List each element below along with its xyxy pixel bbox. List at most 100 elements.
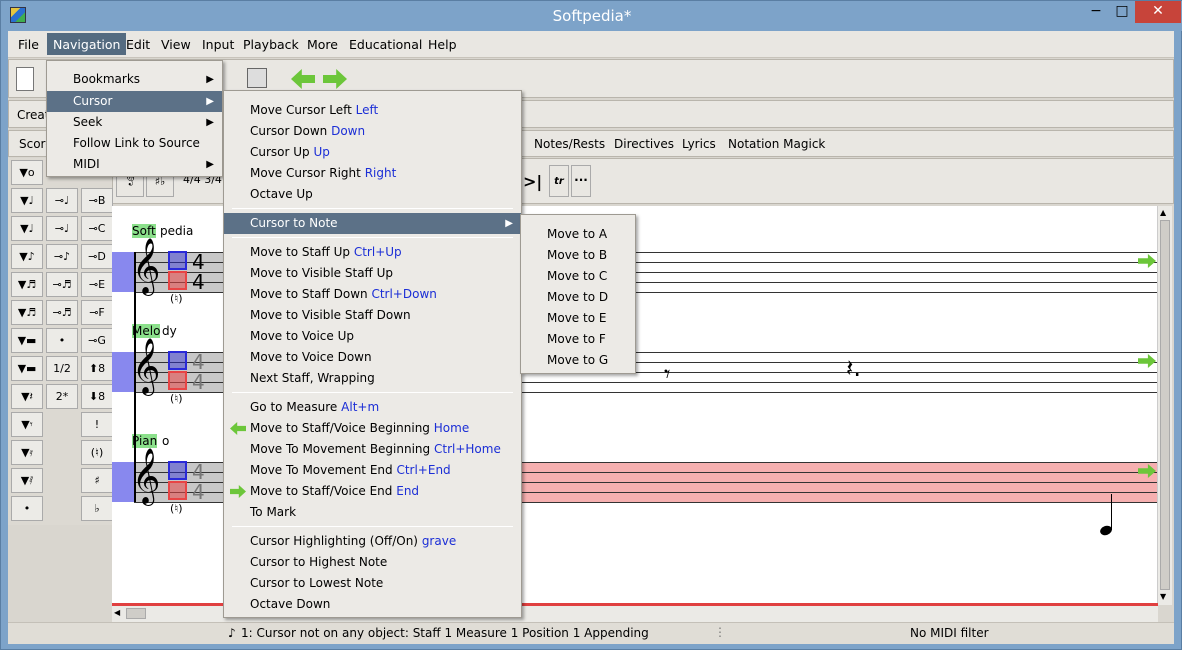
palette-button[interactable]: ♯	[81, 468, 113, 493]
menu-input[interactable]: Input	[202, 37, 234, 52]
menu-item-seek[interactable]: Seek ▶	[47, 112, 222, 133]
menu-item[interactable]: Move to Voice Down	[224, 347, 521, 368]
menu-item[interactable]: Move to Staff/Voice End End	[224, 481, 521, 502]
menu-item[interactable]: Cursor Highlighting (Off/On) grave	[224, 531, 521, 552]
palette-button[interactable]: ⊸F	[81, 300, 113, 325]
menu-item[interactable]: Cursor Down Down	[224, 121, 521, 142]
palette-button[interactable]: ▼♬	[11, 272, 43, 297]
menu-item[interactable]: Next Staff, Wrapping	[224, 368, 521, 389]
palette-button[interactable]: ▼♩	[11, 188, 43, 213]
palette-button[interactable]: ⊸♪	[46, 244, 78, 269]
menu-item-move-to-note[interactable]: Move to A	[521, 224, 635, 245]
next-button[interactable]: >|	[523, 172, 542, 191]
menu-item-move-to-note[interactable]: Move to B	[521, 245, 635, 266]
tab-notes-rests[interactable]: Notes/Rests	[534, 137, 605, 151]
menu-item[interactable]: Octave Up	[224, 184, 521, 205]
palette-button[interactable]: ▼𝄿	[11, 440, 43, 465]
menu-item[interactable]: Move Cursor Right Right	[224, 163, 521, 184]
menu-item-move-to-note[interactable]: Move to E	[521, 308, 635, 329]
more-button[interactable]: ···	[571, 165, 591, 197]
scroll-up-icon[interactable]: ▲	[1160, 208, 1166, 217]
menu-item[interactable]: Move to Visible Staff Up	[224, 263, 521, 284]
copy-icon[interactable]	[247, 68, 267, 88]
palette-button[interactable]: ⊸E	[81, 272, 113, 297]
palette-button[interactable]: ⊸♬	[46, 272, 78, 297]
shortcut-label: Alt+m	[341, 400, 380, 414]
palette-button[interactable]: •	[11, 496, 43, 521]
palette-button[interactable]: ▼▬	[11, 328, 43, 353]
menu-item[interactable]: To Mark	[224, 502, 521, 523]
palette-button[interactable]: ⊸G	[81, 328, 113, 353]
menu-file[interactable]: File	[18, 37, 39, 52]
palette-button[interactable]: ▼𝄽	[11, 384, 43, 409]
previous-movement-icon[interactable]	[291, 69, 315, 89]
menu-navigation[interactable]: Navigation	[47, 33, 127, 55]
menu-item-move-to-note[interactable]: Move to F	[521, 329, 635, 350]
menu-item-move-to-note[interactable]: Move to G	[521, 350, 635, 371]
menu-item-cursor-to-note[interactable]: Cursor to Note ▶	[224, 213, 521, 234]
menu-item[interactable]: Cursor to Lowest Note	[224, 573, 521, 594]
menu-item-move-to-note[interactable]: Move to D	[521, 287, 635, 308]
menu-item[interactable]: Cursor to Highest Note	[224, 552, 521, 573]
maximize-button[interactable]: □	[1109, 1, 1135, 23]
palette-button[interactable]: •	[46, 328, 78, 353]
palette-button[interactable]: ⬆8	[81, 356, 113, 381]
palette-button[interactable]: ▼▬	[11, 356, 43, 381]
tab-notation-magick[interactable]: Notation Magick	[728, 137, 825, 151]
menu-item-bookmarks[interactable]: Bookmarks ▶	[47, 69, 222, 90]
menu-item-cursor[interactable]: Cursor ▶	[47, 91, 222, 112]
menu-educational[interactable]: Educational	[349, 37, 422, 52]
palette-button[interactable]: ♭	[81, 496, 113, 521]
palette-button[interactable]: ⊸C	[81, 216, 113, 241]
menu-item[interactable]: Move To Movement Beginning Ctrl+Home	[224, 439, 521, 460]
palette-button[interactable]: ▼♬	[11, 300, 43, 325]
menu-item-move-to-note[interactable]: Move to C	[521, 266, 635, 287]
menu-item[interactable]: Move to Staff/Voice Beginning Home	[224, 418, 521, 439]
palette-button[interactable]: ⬇8	[81, 384, 113, 409]
palette-button[interactable]: ▼♪	[11, 244, 43, 269]
menu-item[interactable]: Cursor Up Up	[224, 142, 521, 163]
trill-button[interactable]: tr	[549, 165, 569, 197]
palette-button[interactable]: 1/2	[46, 356, 78, 381]
menu-item-midi[interactable]: MIDI ▶	[47, 154, 222, 175]
minimize-button[interactable]: −	[1083, 1, 1109, 23]
scroll-down-icon[interactable]: ▼	[1160, 592, 1166, 601]
hscroll-thumb[interactable]	[126, 608, 146, 619]
palette-button[interactable]: ▼𝅀	[11, 468, 43, 493]
menu-item[interactable]: Octave Down	[224, 594, 521, 615]
palette-button[interactable]: !	[81, 412, 113, 437]
palette-button[interactable]: ▼o	[11, 160, 43, 185]
scroll-left-icon[interactable]: ◀	[114, 608, 120, 617]
menu-help[interactable]: Help	[428, 37, 457, 52]
menu-playback[interactable]: Playback	[243, 37, 299, 52]
palette-button[interactable]: 2*	[46, 384, 78, 409]
menu-view[interactable]: View	[161, 37, 191, 52]
scroll-thumb[interactable]	[1160, 220, 1170, 590]
menu-item-follow-link[interactable]: Follow Link to Source	[47, 133, 222, 154]
menu-edit[interactable]: Edit	[126, 37, 150, 52]
tab-directives[interactable]: Directives	[614, 137, 674, 151]
menu-item[interactable]: Move To Movement End Ctrl+End	[224, 460, 521, 481]
palette-button[interactable]: ⊸D	[81, 244, 113, 269]
palette-button[interactable]: ▼♩	[11, 216, 43, 241]
menu-item[interactable]: Move to Voice Up	[224, 326, 521, 347]
palette-button[interactable]: ⊸B	[81, 188, 113, 213]
palette-button[interactable]: ⊸♩	[46, 188, 78, 213]
new-file-icon[interactable]	[16, 67, 34, 91]
tab-lyrics[interactable]: Lyrics	[682, 137, 716, 151]
create-label[interactable]: Creat	[17, 108, 50, 122]
menu-item[interactable]: Move Cursor Left Left	[224, 100, 521, 121]
palette-button[interactable]: ⊸♬	[46, 300, 78, 325]
palette-button[interactable]: ⊸♩	[46, 216, 78, 241]
cursor-to-note-submenu: Move to A Move to B Move to C Move to D Move…	[520, 214, 636, 374]
palette-button[interactable]: (♮)	[81, 440, 113, 465]
menu-item[interactable]: Move to Staff Up Ctrl+Up	[224, 242, 521, 263]
menu-item[interactable]: Go to Measure Alt+m	[224, 397, 521, 418]
menu-item[interactable]: Move to Visible Staff Down	[224, 305, 521, 326]
menu-more[interactable]: More	[307, 37, 338, 52]
palette-button[interactable]: ▼𝄾	[11, 412, 43, 437]
vertical-scrollbar[interactable]: ▲ ▼	[1157, 206, 1172, 605]
menu-item[interactable]: Move to Staff Down Ctrl+Down	[224, 284, 521, 305]
next-movement-icon[interactable]	[323, 69, 347, 89]
close-button[interactable]: ✕	[1135, 1, 1181, 23]
